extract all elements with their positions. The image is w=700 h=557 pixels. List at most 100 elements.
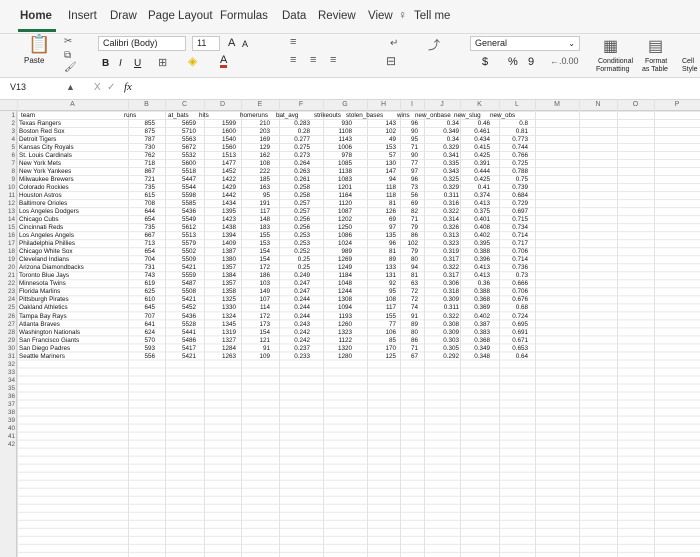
data-cell[interactable]: 0.729 (500, 200, 528, 208)
data-cell[interactable]: 1358 (204, 288, 236, 296)
data-cell[interactable]: 0.695 (500, 321, 528, 329)
data-cell[interactable]: 108 (238, 160, 270, 168)
data-cell[interactable]: 102 (402, 240, 418, 248)
data-cell[interactable]: 0.788 (500, 168, 528, 176)
data-cell[interactable]: 1120 (320, 200, 352, 208)
column-header-j[interactable]: J (424, 101, 460, 108)
data-cell[interactable]: 1422 (204, 176, 236, 184)
data-cell[interactable]: 80 (402, 329, 418, 337)
data-cell[interactable]: 735 (128, 184, 155, 192)
grow-font-button[interactable]: A (228, 37, 235, 49)
data-cell[interactable]: 0.706 (500, 248, 528, 256)
font-name-select[interactable]: Calibri (Body) (98, 36, 186, 51)
data-cell[interactable]: 1122 (320, 337, 352, 345)
data-cell[interactable]: 117 (238, 208, 270, 216)
formula-input[interactable] (140, 80, 696, 97)
data-cell[interactable]: 0.311 (423, 304, 459, 312)
data-cell[interactable]: 707 (128, 313, 155, 321)
data-cell[interactable]: 0.247 (280, 288, 310, 296)
font-color-button[interactable]: A (220, 55, 228, 68)
data-cell[interactable]: 149 (238, 288, 270, 296)
percent-button[interactable]: % (508, 56, 518, 68)
data-cell[interactable]: 1024 (320, 240, 352, 248)
conditional-formatting-label-2[interactable]: Formatting (596, 66, 629, 73)
data-cell[interactable]: 118 (368, 184, 396, 192)
data-cell[interactable]: 0.736 (500, 264, 528, 272)
data-cell[interactable]: 0.461 (460, 128, 490, 136)
data-cell[interactable]: 1384 (204, 272, 236, 280)
column-header-o[interactable]: O (617, 101, 654, 108)
currency-button[interactable]: $ (482, 56, 488, 68)
row-header[interactable]: 42 (0, 441, 15, 449)
team-name-cell[interactable]: Cincinnati Reds (19, 224, 63, 232)
data-cell[interactable]: 0.263 (280, 168, 310, 176)
data-cell[interactable]: 0.734 (500, 224, 528, 232)
data-cell[interactable]: 102 (368, 128, 396, 136)
data-cell[interactable]: 0.283 (280, 120, 310, 128)
data-cell[interactable]: 5563 (165, 136, 196, 144)
team-name-cell[interactable]: Cleveland Indians (19, 256, 69, 264)
data-cell[interactable]: 5710 (165, 128, 196, 136)
data-cell[interactable]: 203 (238, 128, 270, 136)
data-cell[interactable]: 0.388 (460, 248, 490, 256)
data-cell[interactable]: 5509 (165, 256, 196, 264)
data-cell[interactable]: 0.68 (500, 304, 528, 312)
data-cell[interactable]: 0.676 (500, 296, 528, 304)
data-cell[interactable]: 125 (368, 353, 396, 361)
data-cell[interactable]: 96 (402, 176, 418, 184)
data-cell[interactable]: 1434 (204, 200, 236, 208)
data-cell[interactable]: 978 (320, 152, 352, 160)
team-name-cell[interactable]: Boston Red Sox (19, 128, 65, 136)
data-cell[interactable]: 0.252 (280, 248, 310, 256)
data-cell[interactable]: 169 (238, 136, 270, 144)
row-header[interactable]: 11 (0, 192, 15, 200)
data-cell[interactable]: 0.317 (423, 256, 459, 264)
data-cell[interactable]: 210 (238, 120, 270, 128)
data-cell[interactable]: 5549 (165, 216, 196, 224)
data-cell[interactable]: 1319 (204, 329, 236, 337)
data-cell[interactable]: 0.257 (280, 200, 310, 208)
data-cell[interactable]: 5513 (165, 232, 196, 240)
data-cell[interactable]: 0.273 (280, 152, 310, 160)
row-header[interactable]: 9 (0, 176, 15, 184)
data-cell[interactable]: 0.258 (280, 184, 310, 192)
data-cell[interactable]: 1284 (204, 345, 236, 353)
tab-review[interactable]: Review (318, 10, 356, 22)
data-cell[interactable]: 0.341 (423, 152, 459, 160)
data-cell[interactable]: 0.256 (280, 216, 310, 224)
data-cell[interactable]: 0.666 (500, 280, 528, 288)
data-cell[interactable]: 1094 (320, 304, 352, 312)
fill-color-icon[interactable]: ◈ (188, 54, 197, 68)
team-name-cell[interactable]: Colorado Rockies (19, 184, 69, 192)
data-cell[interactable]: 1083 (320, 176, 352, 184)
data-cell[interactable]: 625 (128, 288, 155, 296)
bold-button[interactable]: B (102, 58, 109, 69)
data-cell[interactable]: 1193 (320, 313, 352, 321)
data-cell[interactable]: 0.75 (500, 176, 528, 184)
row-header[interactable]: 34 (0, 377, 15, 385)
header-cell[interactable]: new_obs (490, 112, 515, 120)
header-cell[interactable]: at_bats (168, 112, 189, 120)
data-cell[interactable]: 185 (238, 176, 270, 184)
data-cell[interactable]: 0.277 (280, 136, 310, 144)
data-cell[interactable]: 1330 (204, 304, 236, 312)
data-cell[interactable]: 94 (402, 264, 418, 272)
team-name-cell[interactable]: Philadelphia Phillies (19, 240, 75, 248)
row-header[interactable]: 35 (0, 385, 15, 393)
confirm-edit-button[interactable]: ✓ (107, 82, 115, 93)
data-cell[interactable]: 114 (238, 304, 270, 312)
team-name-cell[interactable]: Pittsburgh Pirates (19, 296, 69, 304)
data-cell[interactable]: 63 (402, 280, 418, 288)
data-cell[interactable]: 5598 (165, 192, 196, 200)
data-cell[interactable]: 1540 (204, 136, 236, 144)
team-name-cell[interactable]: Seattle Mariners (19, 353, 65, 361)
data-cell[interactable]: 162 (238, 152, 270, 160)
data-cell[interactable]: 1429 (204, 184, 236, 192)
data-cell[interactable]: 0.73 (500, 272, 528, 280)
data-cell[interactable]: 89 (368, 256, 396, 264)
data-cell[interactable]: 5421 (165, 353, 196, 361)
data-cell[interactable]: 0.322 (423, 313, 459, 321)
data-cell[interactable]: 1308 (320, 296, 352, 304)
data-cell[interactable]: 86 (402, 337, 418, 345)
data-cell[interactable]: 5452 (165, 304, 196, 312)
